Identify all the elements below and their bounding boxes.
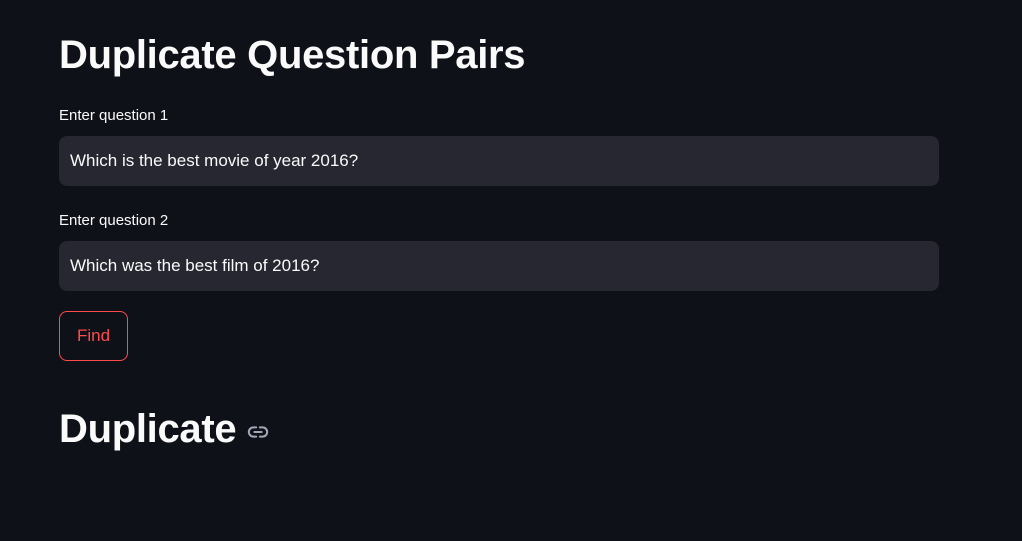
link-icon[interactable] xyxy=(247,421,269,443)
app-container: Duplicate Question Pairs Enter question … xyxy=(0,0,1022,541)
result-text: Duplicate xyxy=(59,407,237,451)
find-button[interactable]: Find xyxy=(59,311,128,361)
question2-label: Enter question 2 xyxy=(59,212,169,229)
question1-input[interactable] xyxy=(59,136,939,186)
question1-label: Enter question 1 xyxy=(59,107,169,124)
page-title: Duplicate Question Pairs xyxy=(59,33,526,77)
result-heading: Duplicate xyxy=(59,402,269,456)
question2-input[interactable] xyxy=(59,241,939,291)
